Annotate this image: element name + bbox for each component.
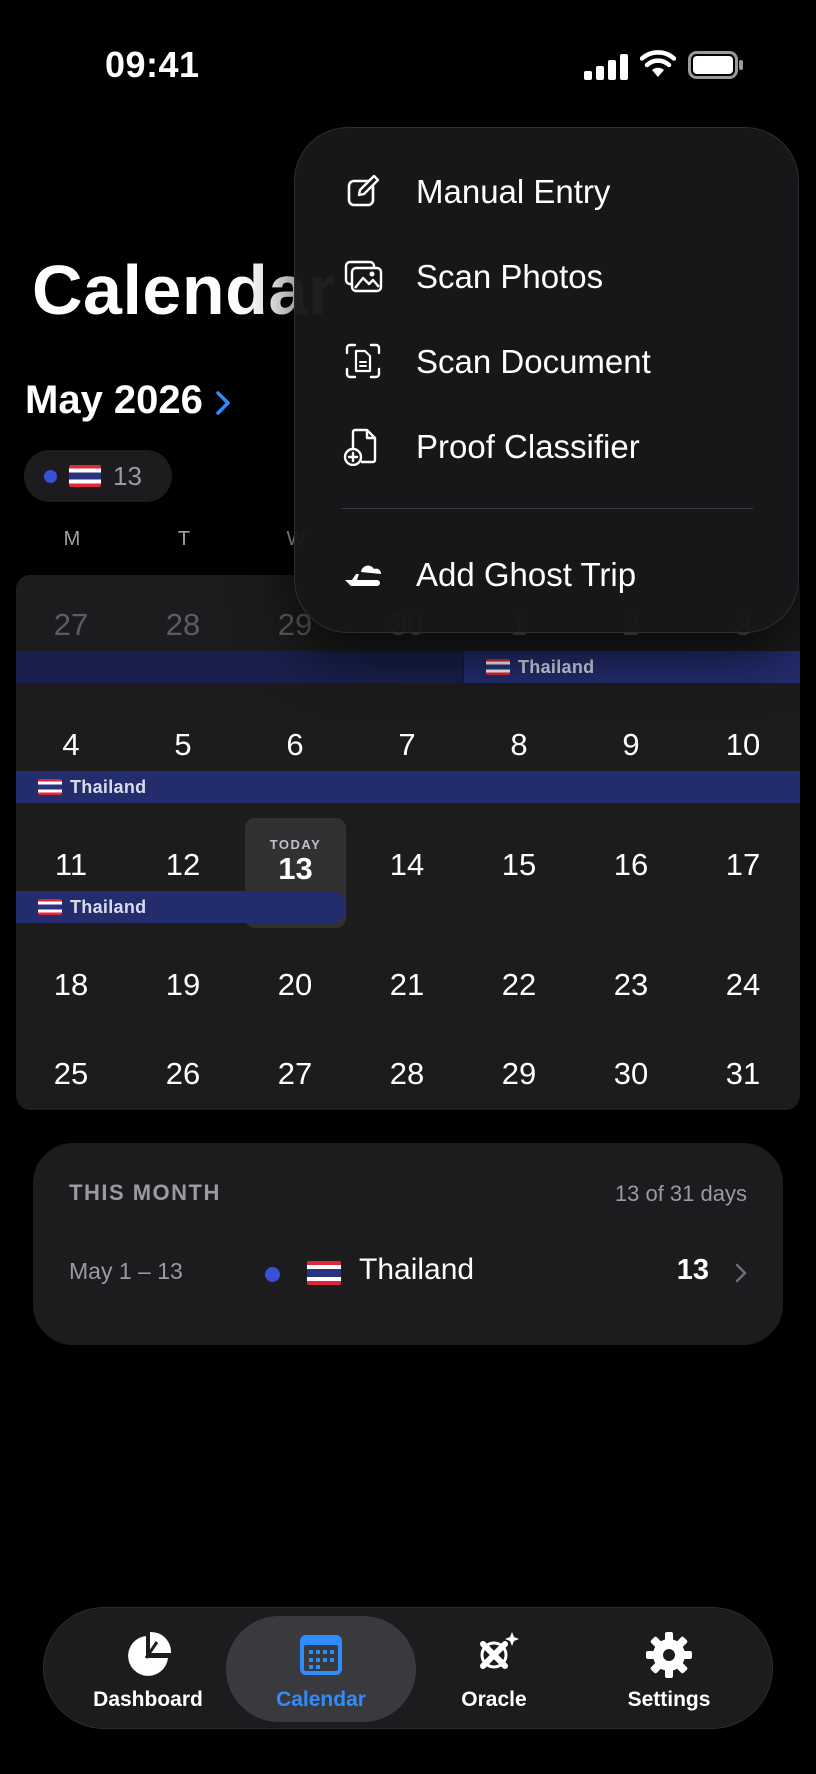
- tab-oracle[interactable]: Oracle: [399, 1616, 589, 1722]
- battery-icon: [688, 51, 743, 79]
- weekday-tue: T: [177, 528, 191, 550]
- thailand-flag-icon: [38, 779, 62, 795]
- trip-bar[interactable]: [16, 651, 463, 683]
- calendar-day[interactable]: 12: [133, 847, 233, 883]
- trip-bar[interactable]: Thailand: [464, 651, 800, 683]
- today-label: TODAY: [269, 837, 322, 852]
- country-dot: [265, 1267, 280, 1282]
- calendar-day[interactable]: 10: [693, 727, 793, 763]
- tab-label: Oracle: [461, 1688, 527, 1711]
- country-dot: [44, 469, 57, 483]
- menu-item-label: Add Ghost Trip: [416, 556, 637, 593]
- gear-icon: [646, 1632, 692, 1678]
- chevron-right-icon: [735, 1263, 747, 1283]
- calendar-day[interactable]: 23: [581, 967, 681, 1003]
- calendar-day[interactable]: 19: [133, 967, 233, 1003]
- trip-label: Thailand: [70, 776, 147, 797]
- thailand-flag-icon: [38, 899, 62, 915]
- tab-label: Calendar: [276, 1688, 366, 1711]
- trip-label: Thailand: [70, 896, 147, 917]
- month-summary-card: THIS MONTH 13 of 31 days May 1 – 13 Thai…: [33, 1143, 783, 1345]
- calendar-day[interactable]: 27: [21, 607, 121, 643]
- calendar-icon: [300, 1635, 342, 1675]
- plane-cloud-icon: [345, 565, 382, 586]
- thailand-flag-icon: [486, 659, 510, 675]
- calendar-day[interactable]: 22: [469, 967, 569, 1003]
- document-plus-icon: [343, 428, 377, 466]
- tab-settings[interactable]: Settings: [574, 1616, 764, 1722]
- tab-label: Dashboard: [93, 1688, 203, 1711]
- oracle-icon: [480, 1632, 519, 1669]
- summary-title: THIS MONTH: [69, 1180, 221, 1205]
- chevron-right-icon: [216, 390, 230, 415]
- menu-item-manual-entry[interactable]: Manual Entry: [295, 156, 800, 226]
- tab-dashboard[interactable]: Dashboard: [53, 1616, 243, 1722]
- calendar-day[interactable]: 24: [693, 967, 793, 1003]
- status-time: 09:41: [105, 44, 200, 85]
- trip-date-range: May 1 – 13: [69, 1258, 183, 1284]
- calendar-day[interactable]: 25: [21, 1056, 121, 1092]
- trip-country: Thailand: [359, 1253, 475, 1286]
- calendar-day[interactable]: 17: [693, 847, 793, 883]
- menu-item-label: Proof Classifier: [416, 428, 640, 465]
- calendar-day[interactable]: 18: [21, 967, 121, 1003]
- menu-item-label: Manual Entry: [416, 173, 611, 210]
- calendar-day[interactable]: 28: [357, 1056, 457, 1092]
- calendar-day[interactable]: 31: [693, 1056, 793, 1092]
- summary-days: 13 of 31 days: [614, 1181, 747, 1206]
- calendar-grid: 27 28 29 30 1 2 3 Thailand 4 5 6 7 8 9 1…: [16, 575, 800, 1110]
- calendar-day[interactable]: 4: [21, 727, 121, 763]
- calendar-day[interactable]: 30: [581, 1056, 681, 1092]
- menu-item-add-ghost-trip[interactable]: Add Ghost Trip: [295, 539, 800, 609]
- calendar-day[interactable]: 7: [357, 727, 457, 763]
- trip-label: Thailand: [518, 656, 595, 677]
- calendar-day[interactable]: 26: [133, 1056, 233, 1092]
- calendar-day[interactable]: 14: [357, 847, 457, 883]
- calendar-day[interactable]: 21: [357, 967, 457, 1003]
- pie-chart-icon: [128, 1631, 172, 1676]
- menu-item-label: Scan Document: [416, 343, 651, 380]
- wifi-icon: [640, 50, 676, 77]
- tab-bar: Dashboard Calendar Oracle Settings: [43, 1607, 773, 1729]
- calendar-day[interactable]: 6: [245, 727, 345, 763]
- chip-count: 13: [113, 460, 142, 491]
- calendar-day[interactable]: 8: [469, 727, 569, 763]
- calendar-day[interactable]: 11: [21, 847, 121, 883]
- country-chip[interactable]: 13: [24, 450, 172, 502]
- calendar-day[interactable]: 28: [133, 607, 233, 643]
- tab-label: Settings: [627, 1688, 711, 1711]
- edit-icon: [347, 174, 380, 207]
- calendar-day[interactable]: 5: [133, 727, 233, 763]
- trip-day-count: 13: [676, 1254, 709, 1286]
- cellular-signal-icon: [584, 54, 628, 80]
- menu-item-scan-photos[interactable]: Scan Photos: [295, 241, 800, 311]
- calendar-day[interactable]: 9: [581, 727, 681, 763]
- menu-item-proof-classifier[interactable]: Proof Classifier: [295, 411, 800, 481]
- month-label: May 2026: [25, 378, 203, 422]
- photos-icon: [344, 260, 383, 293]
- trip-bar[interactable]: Thailand: [16, 771, 800, 803]
- menu-divider: [341, 508, 753, 509]
- month-selector[interactable]: May 2026: [25, 378, 231, 423]
- trip-bar[interactable]: Thailand: [16, 891, 346, 923]
- today-day: 13: [278, 851, 313, 886]
- weekday-mon: M: [63, 528, 81, 550]
- calendar-day[interactable]: 27: [245, 1056, 345, 1092]
- thailand-flag-icon: [69, 465, 101, 487]
- menu-item-scan-document[interactable]: Scan Document: [295, 326, 800, 396]
- calendar-day[interactable]: 29: [469, 1056, 569, 1092]
- scan-document-icon: [345, 343, 381, 379]
- add-menu-popup: Manual Entry Scan Photos Scan Document P…: [294, 127, 799, 633]
- menu-item-label: Scan Photos: [416, 258, 604, 295]
- tab-calendar[interactable]: Calendar: [226, 1616, 416, 1722]
- summary-trip-row[interactable]: May 1 – 13 Thailand 13: [33, 1243, 783, 1303]
- calendar-day[interactable]: 20: [245, 967, 345, 1003]
- calendar-day[interactable]: 15: [469, 847, 569, 883]
- status-bar: 09:41: [0, 0, 816, 120]
- thailand-flag-icon: [307, 1261, 341, 1285]
- page-title: Calendar: [32, 251, 336, 329]
- calendar-day[interactable]: 16: [581, 847, 681, 883]
